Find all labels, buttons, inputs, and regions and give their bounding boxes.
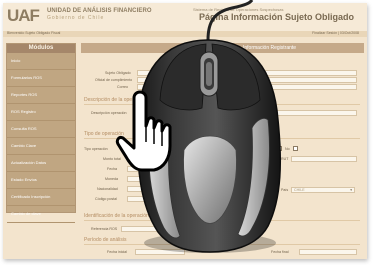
org-name: UNIDAD DE ANÁLISIS FINANCIERO Gobierno d…: [47, 8, 152, 21]
fecha-inicial-field[interactable]: [135, 249, 185, 255]
org-line2: Gobierno de Chile: [47, 15, 105, 21]
sidebar: Módulos Inicio Formularios ROS Reportes …: [6, 43, 76, 223]
label-tipo: Tipo operación: [84, 147, 108, 151]
label-correo: Correo: [117, 85, 128, 89]
welcome-text: Bienvenido Sujeto Obligado Fiscal: [7, 31, 61, 35]
page-title: Página Información Sujeto Obligado: [199, 12, 355, 22]
correo-field[interactable]: [137, 84, 357, 90]
sidebar-item-inicio[interactable]: Inicio: [7, 53, 75, 70]
pais-value: CHILE: [294, 188, 305, 192]
monto-field[interactable]: [127, 156, 177, 162]
main-form: Información Registrante Sujeto Obligado …: [81, 43, 364, 255]
sidebar-item-certificado[interactable]: Certificado Inscripción: [7, 189, 75, 206]
section-identificacion: Identificación de la operación: [84, 213, 149, 219]
form-header: Información Registrante: [81, 43, 364, 53]
nacionalidad-field[interactable]: [127, 186, 177, 192]
ref-field[interactable]: [121, 226, 161, 232]
label-monto: Monto total: [103, 157, 121, 161]
label-fecha: Fecha: [107, 167, 117, 171]
sidebar-item-registro[interactable]: ROS Registro: [7, 104, 75, 121]
label-moneda: Moneda: [105, 177, 118, 181]
label-fecha-inicial: Fecha inicial: [107, 250, 127, 254]
sidebar-item-actualizacion[interactable]: Actualización Datos: [7, 155, 75, 172]
sidebar-item-estado[interactable]: Estado Envíos: [7, 172, 75, 189]
sidebar-item-consulta[interactable]: Consulta ROS: [7, 121, 75, 138]
divider: [84, 104, 360, 105]
fecha-final-field[interactable]: [299, 249, 357, 255]
label-sujeto: Sujeto Obligado: [105, 71, 131, 75]
divider: [84, 138, 360, 139]
label-pais: País: [281, 188, 289, 192]
label-desc: Descripción operación: [91, 111, 127, 115]
header: UAF UNIDAD DE ANÁLISIS FINANCIERO Gobier…: [3, 3, 367, 31]
form-header-title: Información Registrante: [243, 45, 297, 51]
section-descripcion: Descripción de la operación: [84, 97, 146, 103]
cod-postal-field[interactable]: [127, 196, 177, 202]
checkbox-si[interactable]: [277, 146, 282, 151]
checkbox-no[interactable]: [293, 146, 298, 151]
divider: [84, 220, 360, 221]
section-tipo: Tipo de operación: [84, 131, 124, 137]
sidebar-item-formularios[interactable]: Formularios ROS: [7, 70, 75, 87]
sujeto-field[interactable]: [137, 70, 357, 76]
section-periodo: Período de análisis: [84, 237, 127, 243]
label-ref: Referencia ROS: [91, 227, 118, 231]
chevron-down-icon: ▾: [350, 188, 352, 192]
label-no: No: [285, 147, 290, 151]
moneda-field[interactable]: [127, 176, 177, 182]
sidebar-item-clave[interactable]: Cambio de clave: [7, 206, 75, 223]
status-bar: Bienvenido Sujeto Obligado Fiscal Finali…: [3, 31, 367, 37]
sidebar-item-cambio-clave[interactable]: Cambio Clave: [7, 138, 75, 155]
label-rut: RUT: [281, 157, 289, 161]
uaf-logo: UAF: [7, 6, 40, 25]
desc-field[interactable]: [137, 110, 357, 116]
tipo-field[interactable]: [123, 146, 163, 152]
label-oficial: Oficial de cumplimiento: [95, 78, 133, 82]
sidebar-title: Módulos: [7, 44, 75, 53]
label-cod-postal: Código postal: [95, 197, 117, 201]
app-window: UAF UNIDAD DE ANÁLISIS FINANCIERO Gobier…: [3, 3, 367, 259]
divider: [84, 244, 360, 245]
logout-link[interactable]: Finalizar Sesión | 03/Oct/2008: [312, 31, 359, 35]
pais-select[interactable]: CHILE ▾: [291, 187, 355, 193]
fecha-field[interactable]: [127, 166, 177, 172]
label-fecha-final: Fecha final: [271, 250, 289, 254]
sidebar-item-reportes[interactable]: Reportes ROS: [7, 87, 75, 104]
org-line1: UNIDAD DE ANÁLISIS FINANCIERO: [47, 8, 152, 14]
label-si: Si: [271, 147, 275, 151]
rut-field[interactable]: [291, 156, 357, 162]
oficial-field[interactable]: [137, 77, 357, 83]
label-nacionalidad: Nacionalidad: [97, 187, 118, 191]
